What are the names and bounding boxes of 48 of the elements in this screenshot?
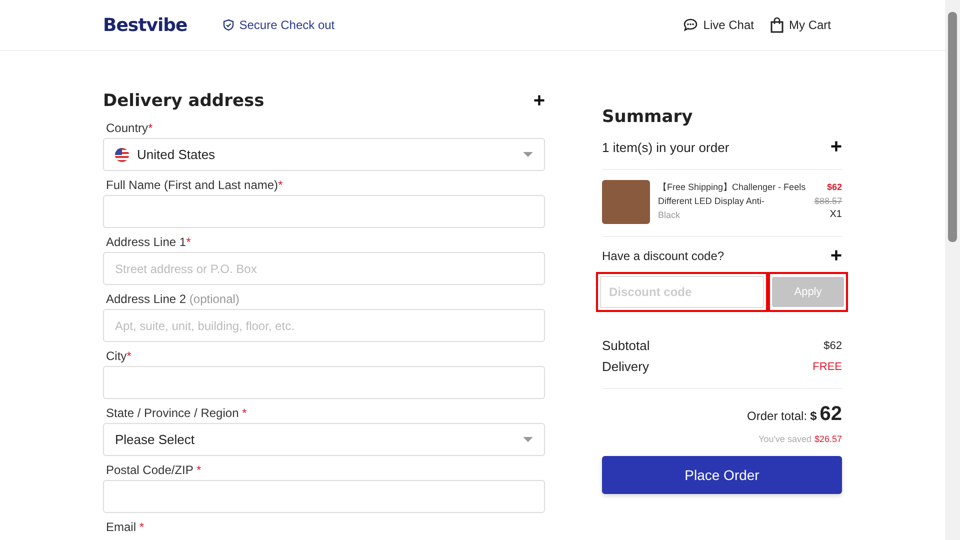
delivery-label: Delivery	[602, 359, 649, 374]
subtotal-value: $62	[824, 340, 842, 352]
field-label: Email *	[106, 520, 146, 534]
field-label: Postal Code/ZIP *	[106, 463, 202, 477]
text-input[interactable]	[103, 480, 545, 513]
place-order-button[interactable]: Place Order	[602, 456, 842, 494]
original-price: $88.57	[814, 195, 842, 208]
subtotal-label: Subtotal	[602, 338, 650, 353]
text-input[interactable]	[103, 366, 545, 399]
field-label: Address Line 1*	[106, 235, 192, 249]
expand-button[interactable]: +	[830, 246, 842, 266]
delivery-value: FREE	[812, 360, 842, 372]
product-price: $62	[826, 181, 842, 194]
text-input[interactable]: Street address or P.O. Box	[103, 252, 545, 285]
expand-button[interactable]: +	[830, 137, 842, 157]
caret-icon	[523, 152, 533, 157]
caret-icon	[523, 437, 533, 442]
expand-button[interactable]: +	[533, 91, 545, 111]
field-label: Country*	[106, 121, 154, 135]
order-total-value: 62	[820, 403, 842, 426]
saved-amount: $26.57	[814, 434, 842, 444]
live-chat-link[interactable]: Live Chat	[683, 18, 754, 32]
text-input[interactable]	[103, 195, 545, 228]
saved-label: You've saved	[758, 434, 812, 444]
dropdown-field[interactable]: United States	[103, 138, 545, 171]
product-photo-placeholder	[602, 180, 650, 224]
product-quantity: X1	[830, 208, 842, 222]
field-label: State / Province / Region *	[106, 406, 248, 420]
secure-checkout-text: Secure Check out	[239, 18, 335, 32]
text-input[interactable]: Apt, suite, unit, building, floor, etc.	[103, 309, 545, 342]
brand-logo[interactable]: Bestvibe	[103, 14, 188, 36]
product-name: 【Free Shipping】Challenger - Feels Different LED Display Anti-	[658, 181, 806, 208]
my-cart-link[interactable]: My Cart	[770, 17, 831, 33]
currency-symbol: $	[810, 409, 817, 423]
field-label: Address Line 2 (optional)	[106, 292, 240, 306]
summary-title: Summary	[602, 107, 694, 127]
item-count: 1 item(s) in your order	[602, 140, 730, 154]
order-total-label: Order total:	[747, 409, 808, 423]
dropdown-field[interactable]: Please Select	[103, 423, 545, 456]
shield-check-icon	[223, 19, 234, 31]
section-title: Delivery address	[103, 91, 264, 111]
field-label: Full Name (First and Last name)*	[106, 178, 284, 192]
speech-bubble-icon	[683, 18, 698, 32]
scrollbar[interactable]	[945, 0, 960, 540]
discount-label: Have a discount code?	[602, 249, 724, 263]
shopping-bag-icon	[770, 17, 784, 33]
field-label: City*	[106, 349, 132, 363]
product-variant: Black	[658, 209, 682, 222]
